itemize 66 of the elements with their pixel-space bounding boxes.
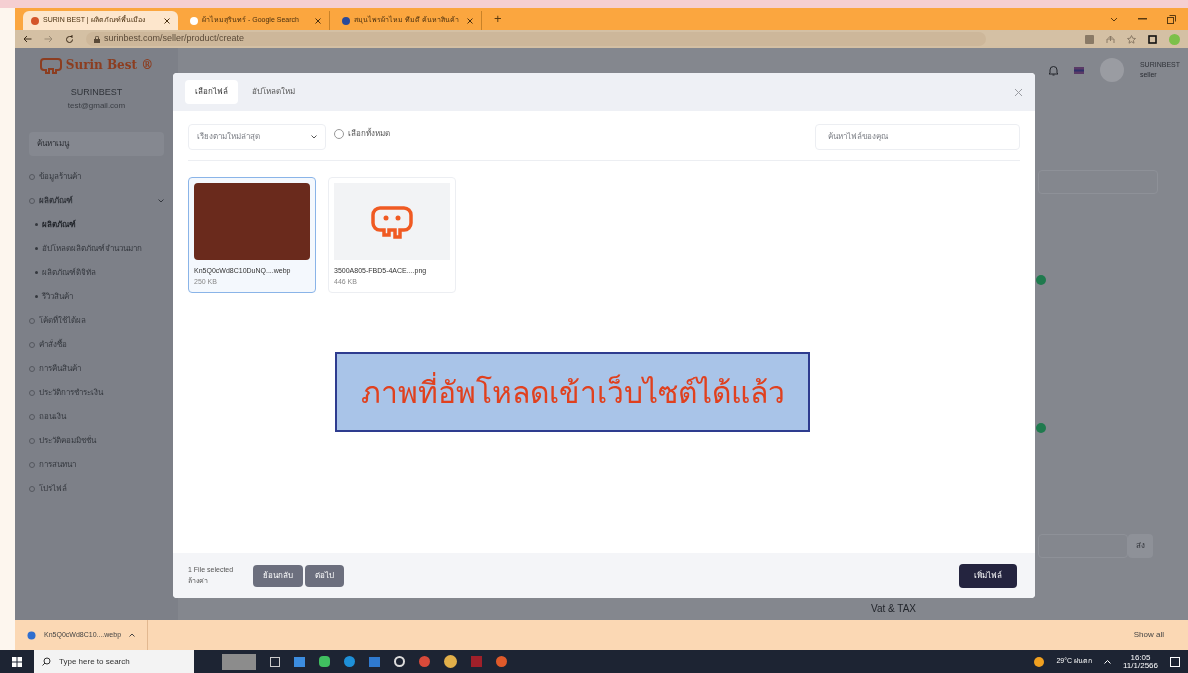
menu-item[interactable]: ประวัติคอมมิชชั่น xyxy=(29,431,164,450)
menu-item[interactable]: คำสั่งซื้อ xyxy=(29,335,164,354)
clock-time: 16:05 xyxy=(1130,653,1151,662)
favicon-icon xyxy=(190,16,198,25)
star-icon[interactable] xyxy=(1127,34,1136,44)
menu-item[interactable]: ถอนเงิน xyxy=(29,407,164,426)
search-icon xyxy=(42,657,51,666)
submenu-item[interactable]: ผลิตภัณฑ์ xyxy=(29,215,164,234)
menu-item[interactable]: การสนทนา xyxy=(29,455,164,474)
close-tab-icon[interactable] xyxy=(315,17,321,24)
chevron-down-icon xyxy=(311,135,317,139)
show-all-link[interactable]: Show all xyxy=(1133,629,1164,641)
back-icon[interactable] xyxy=(23,35,32,43)
user-name: SURINBEST xyxy=(69,86,124,99)
add-files-button[interactable]: เพิ่มไฟล์ xyxy=(959,563,1017,588)
previous-button[interactable]: ย้อนกลับ xyxy=(253,564,304,587)
sort-dropdown[interactable]: เรียงตามใหม่ล่าสุด xyxy=(188,124,326,150)
app-icon[interactable] xyxy=(319,656,330,667)
notification-icon[interactable] xyxy=(1170,656,1180,667)
reload-icon[interactable] xyxy=(65,34,74,44)
section-label: Vat & TAX xyxy=(871,602,917,616)
file-search-field[interactable]: ค้นหาไฟล์ของคุณ xyxy=(815,124,1020,150)
browser-icon xyxy=(27,630,36,640)
close-tab-icon[interactable] xyxy=(467,17,473,24)
tray-chevron-icon[interactable] xyxy=(1104,659,1111,664)
chevron-down-icon[interactable] xyxy=(1110,16,1118,22)
menu-item[interactable]: โค้ดที่ใช้ได้ผล xyxy=(29,311,164,330)
taskbar-search-field[interactable]: Type here to search xyxy=(34,650,194,673)
chevron-icon xyxy=(158,197,164,204)
restore-icon[interactable] xyxy=(1167,14,1176,24)
menu-item[interactable]: การคืนสินค้า xyxy=(29,359,164,378)
next-button[interactable]: ต่อไป xyxy=(305,564,345,587)
toggle-indicator xyxy=(1036,423,1046,433)
favicon-icon xyxy=(31,16,39,25)
bell-icon[interactable] xyxy=(1048,64,1058,76)
caption-box: ภาพที่อัพโหลดเข้าเว็บไซต์ได้แล้ว xyxy=(335,352,810,432)
menu-search-field[interactable]: ค้นหาเมนู xyxy=(29,131,164,156)
task-view-icon[interactable] xyxy=(270,656,280,667)
toggle-indicator xyxy=(1036,275,1046,285)
select-all-label: เลือกทั้งหมด xyxy=(348,128,390,140)
user-email: test@gmail.com xyxy=(66,99,127,112)
dialog-tab[interactable]: อัปโหลดใหม่ xyxy=(242,80,305,104)
submenu-item[interactable]: ผลิตภัณฑ์ดิจิทัล xyxy=(29,263,164,282)
submenu-item[interactable]: รีวิวสินค้า xyxy=(29,287,164,306)
favicon-icon xyxy=(342,16,350,25)
menu-item[interactable]: โปรไฟล์ xyxy=(29,479,164,498)
new-tab-button[interactable]: + xyxy=(486,9,510,29)
dialog-tab[interactable]: เลือกไฟล์ xyxy=(185,80,238,104)
address-bar[interactable]: surinbest.com/seller/product/create xyxy=(86,32,986,46)
weather-icon xyxy=(1034,656,1045,667)
submenu-item[interactable]: อัปโหลดผลิตภัณฑ์จำนวนมาก xyxy=(29,239,164,258)
menu-item[interactable]: ประวัติการชำระเงิน xyxy=(29,383,164,402)
windows-start-icon[interactable] xyxy=(12,656,22,667)
app-icon[interactable] xyxy=(444,655,457,668)
flag-icon[interactable] xyxy=(1073,66,1084,74)
caret-up-icon xyxy=(129,633,136,637)
menu-item[interactable]: ข้อมูลร้านค้า xyxy=(29,167,164,186)
close-tab-icon[interactable] xyxy=(164,17,170,24)
menu-item[interactable]: ผลิตภัณฑ์ xyxy=(29,191,164,210)
clock-date: 11/1/2566 xyxy=(1123,661,1158,670)
brand-name: Surin Best ® xyxy=(65,57,154,74)
send-button[interactable]: ส่ง xyxy=(1128,534,1153,558)
minimize-icon[interactable] xyxy=(1138,18,1147,20)
lock-icon xyxy=(94,35,100,43)
app-icon[interactable] xyxy=(394,656,405,667)
window-icon[interactable] xyxy=(1148,34,1157,44)
